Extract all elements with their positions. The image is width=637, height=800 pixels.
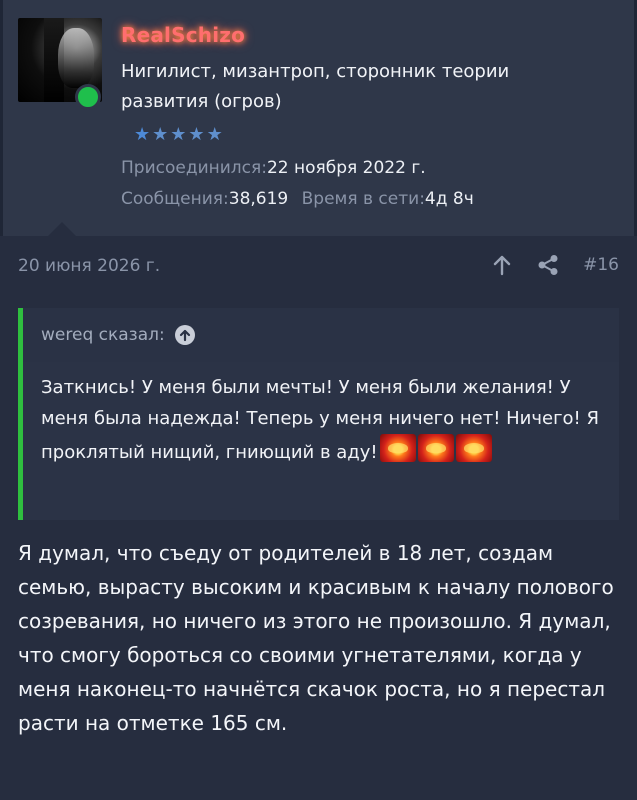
star-icon: ★ [134, 124, 153, 145]
online-time-value: 4д 8ч [424, 189, 474, 209]
star-icon: ★ [188, 124, 207, 145]
card-notch [48, 222, 76, 236]
arrow-up-icon[interactable] [491, 254, 513, 276]
user-title: Нигилист, мизантроп, сторонник теории ра… [121, 61, 510, 112]
online-time-label: Время в сети: [301, 189, 425, 209]
fire-face-emoji-icon [417, 434, 454, 462]
joined-value: 22 ноября 2022 г. [266, 158, 426, 178]
messages-label: Сообщения: [121, 189, 229, 209]
quote-block: wereq сказал: Заткнись! У меня были мечт… [18, 308, 619, 520]
joined-label: Присоединился: [121, 158, 267, 178]
messages-value: 38,619 [228, 189, 289, 209]
left-frame-edge [0, 0, 3, 236]
messages-stat: Сообщения:38,619 Время в сети:4д 8ч [121, 189, 474, 209]
star-icon: ★ [170, 124, 189, 145]
arrow-up-circle-icon[interactable] [174, 325, 195, 345]
post: 20 июня 2026 г. #16 wereq сказал: Заткни… [0, 236, 637, 800]
quote-text-content: Заткнись! У меня были мечты! У меня были… [41, 377, 599, 463]
user-card: RealSchizo Нигилист, мизантроп, сторонни… [0, 0, 637, 236]
share-icon[interactable] [537, 254, 559, 276]
username-link[interactable]: RealSchizo [121, 23, 245, 47]
online-status-dot [75, 84, 101, 110]
quote-author: wereq сказал: [41, 325, 165, 345]
star-icon: ★ [152, 124, 171, 145]
quote-text: Заткнись! У меня были мечты! У меня были… [41, 372, 601, 468]
post-number[interactable]: #16 [583, 255, 619, 275]
post-date[interactable]: 20 июня 2026 г. [18, 256, 160, 276]
star-icon: ★ [206, 124, 225, 145]
avatar-face [58, 28, 94, 88]
fire-face-emoji-icon [455, 434, 492, 462]
post-body-text: Я думал, что съеду от родителей в 18 лет… [18, 541, 614, 735]
joined-stat: Присоединился:22 ноября 2022 г. [121, 158, 426, 178]
quote-header[interactable]: wereq сказал: [23, 308, 619, 362]
fire-face-emoji-icon [379, 434, 416, 462]
post-actions: #16 [491, 254, 619, 276]
user-rating-stars: ★★★★★ [134, 124, 225, 145]
